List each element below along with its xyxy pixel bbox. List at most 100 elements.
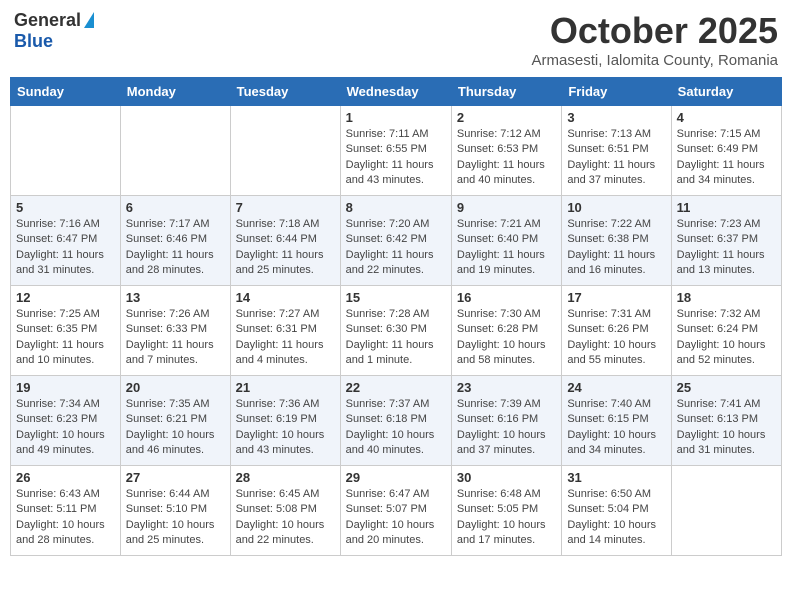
calendar-cell: 4Sunrise: 7:15 AM Sunset: 6:49 PM Daylig…: [671, 106, 781, 196]
calendar-week-row: 12 Sunrise: 7:25 AM Sunset: 6:35 PM Dayli…: [11, 286, 782, 376]
day-number: 17: [567, 290, 665, 305]
calendar-cell: 7 Sunrise: 7:18 AM Sunset: 6:44 PM Daylig…: [230, 196, 340, 286]
day-number: 28: [236, 470, 335, 485]
day-number: 26: [16, 470, 115, 485]
day-number: 18: [677, 290, 776, 305]
day-info: Sunrise: 7:26 AM Sunset: 6:33 PM Dayligh…: [126, 307, 225, 369]
title-block: October 2025 Armasesti, Ialomita County,…: [532, 10, 778, 69]
calendar-cell: 20 Sunrise: 7:35 AM Sunset: 6:21 PM Dayli…: [120, 376, 230, 466]
day-number: 22: [346, 380, 446, 395]
day-info: Sunrise: 6:43 AM Sunset: 5:11 PM Dayligh…: [16, 487, 115, 549]
day-info: Sunrise: 7:30 AM Sunset: 6:28 PM Dayligh…: [457, 307, 556, 369]
calendar-cell: 3Sunrise: 7:13 AM Sunset: 6:51 PM Daylig…: [562, 106, 671, 196]
day-number: 21: [236, 380, 335, 395]
calendar-cell: [120, 106, 230, 196]
calendar-cell: 22Sunrise: 7:37 AM Sunset: 6:18 PM Dayli…: [340, 376, 451, 466]
calendar-cell: 21 Sunrise: 7:36 AM Sunset: 6:19 PM Dayli…: [230, 376, 340, 466]
day-info: Sunrise: 7:18 AM Sunset: 6:44 PM Dayligh…: [236, 217, 335, 279]
calendar-cell: 26 Sunrise: 6:43 AM Sunset: 5:11 PM Dayli…: [11, 466, 121, 556]
day-info: Sunrise: 7:23 AM Sunset: 6:37 PM Dayligh…: [677, 217, 776, 279]
day-info: Sunrise: 7:32 AM Sunset: 6:24 PM Dayligh…: [677, 307, 776, 369]
day-info: Sunrise: 6:50 AM Sunset: 5:04 PM Dayligh…: [567, 487, 665, 549]
logo: General Blue: [14, 10, 94, 52]
calendar-cell: 30Sunrise: 6:48 AM Sunset: 5:05 PM Dayli…: [451, 466, 561, 556]
day-info: Sunrise: 6:45 AM Sunset: 5:08 PM Dayligh…: [236, 487, 335, 549]
day-number: 25: [677, 380, 776, 395]
day-info: Sunrise: 7:13 AM Sunset: 6:51 PM Dayligh…: [567, 127, 665, 189]
day-info: Sunrise: 7:41 AM Sunset: 6:13 PM Dayligh…: [677, 397, 776, 459]
calendar-cell: 29 Sunrise: 6:47 AM Sunset: 5:07 PM Dayli…: [340, 466, 451, 556]
day-info: Sunrise: 7:27 AM Sunset: 6:31 PM Dayligh…: [236, 307, 335, 369]
calendar-cell: 31 Sunrise: 6:50 AM Sunset: 5:04 PM Dayli…: [562, 466, 671, 556]
day-info: Sunrise: 7:12 AM Sunset: 6:53 PM Dayligh…: [457, 127, 556, 189]
day-number: 19: [16, 380, 115, 395]
day-info: Sunrise: 7:36 AM Sunset: 6:19 PM Dayligh…: [236, 397, 335, 459]
month-title: October 2025: [532, 10, 778, 52]
day-info: Sunrise: 6:48 AM Sunset: 5:05 PM Dayligh…: [457, 487, 556, 549]
day-number: 4: [677, 110, 776, 125]
day-number: 23: [457, 380, 556, 395]
day-number: 6: [126, 200, 225, 215]
calendar-week-row: 26 Sunrise: 6:43 AM Sunset: 5:11 PM Dayli…: [11, 466, 782, 556]
location-title: Armasesti, Ialomita County, Romania: [532, 52, 778, 69]
calendar-cell: 9Sunrise: 7:21 AM Sunset: 6:40 PM Daylig…: [451, 196, 561, 286]
weekday-header-monday: Monday: [120, 78, 230, 106]
calendar-cell: 15 Sunrise: 7:28 AM Sunset: 6:30 PM Dayli…: [340, 286, 451, 376]
day-number: 14: [236, 290, 335, 305]
calendar-cell: 16 Sunrise: 7:30 AM Sunset: 6:28 PM Dayli…: [451, 286, 561, 376]
logo-triangle-icon: [84, 12, 94, 28]
day-info: Sunrise: 7:22 AM Sunset: 6:38 PM Dayligh…: [567, 217, 665, 279]
day-info: Sunrise: 7:31 AM Sunset: 6:26 PM Dayligh…: [567, 307, 665, 369]
calendar-table: SundayMondayTuesdayWednesdayThursdayFrid…: [10, 77, 782, 556]
calendar-cell: 1 Sunrise: 7:11 AM Sunset: 6:55 PM Daylig…: [340, 106, 451, 196]
logo-blue-text: Blue: [14, 31, 53, 52]
day-number: 13: [126, 290, 225, 305]
day-info: Sunrise: 7:28 AM Sunset: 6:30 PM Dayligh…: [346, 307, 446, 369]
day-info: Sunrise: 7:34 AM Sunset: 6:23 PM Dayligh…: [16, 397, 115, 459]
day-number: 12: [16, 290, 115, 305]
day-number: 31: [567, 470, 665, 485]
day-number: 2: [457, 110, 556, 125]
day-number: 27: [126, 470, 225, 485]
weekday-header-wednesday: Wednesday: [340, 78, 451, 106]
day-info: Sunrise: 7:39 AM Sunset: 6:16 PM Dayligh…: [457, 397, 556, 459]
calendar-week-row: 1 Sunrise: 7:11 AM Sunset: 6:55 PM Daylig…: [11, 106, 782, 196]
calendar-cell: 18 Sunrise: 7:32 AM Sunset: 6:24 PM Dayli…: [671, 286, 781, 376]
day-number: 24: [567, 380, 665, 395]
calendar-cell: 12 Sunrise: 7:25 AM Sunset: 6:35 PM Dayli…: [11, 286, 121, 376]
day-number: 15: [346, 290, 446, 305]
calendar-cell: 11 Sunrise: 7:23 AM Sunset: 6:37 PM Dayli…: [671, 196, 781, 286]
calendar-cell: [230, 106, 340, 196]
day-number: 11: [677, 200, 776, 215]
day-number: 8: [346, 200, 446, 215]
calendar-cell: 23 Sunrise: 7:39 AM Sunset: 6:16 PM Dayli…: [451, 376, 561, 466]
weekday-header-friday: Friday: [562, 78, 671, 106]
calendar-cell: 19 Sunrise: 7:34 AM Sunset: 6:23 PM Dayli…: [11, 376, 121, 466]
calendar-cell: 25 Sunrise: 7:41 AM Sunset: 6:13 PM Dayli…: [671, 376, 781, 466]
calendar-cell: 27Sunrise: 6:44 AM Sunset: 5:10 PM Dayli…: [120, 466, 230, 556]
weekday-header-tuesday: Tuesday: [230, 78, 340, 106]
day-number: 10: [567, 200, 665, 215]
day-number: 29: [346, 470, 446, 485]
day-info: Sunrise: 7:25 AM Sunset: 6:35 PM Dayligh…: [16, 307, 115, 369]
calendar-cell: [671, 466, 781, 556]
page-header: General Blue October 2025 Armasesti, Ial…: [10, 10, 782, 69]
calendar-cell: 28 Sunrise: 6:45 AM Sunset: 5:08 PM Dayli…: [230, 466, 340, 556]
calendar-cell: 14 Sunrise: 7:27 AM Sunset: 6:31 PM Dayli…: [230, 286, 340, 376]
day-number: 7: [236, 200, 335, 215]
calendar-cell: 8 Sunrise: 7:20 AM Sunset: 6:42 PM Daylig…: [340, 196, 451, 286]
day-info: Sunrise: 6:47 AM Sunset: 5:07 PM Dayligh…: [346, 487, 446, 549]
calendar-week-row: 5Sunrise: 7:16 AM Sunset: 6:47 PM Daylig…: [11, 196, 782, 286]
day-info: Sunrise: 7:21 AM Sunset: 6:40 PM Dayligh…: [457, 217, 556, 279]
day-info: Sunrise: 7:16 AM Sunset: 6:47 PM Dayligh…: [16, 217, 115, 279]
day-info: Sunrise: 7:17 AM Sunset: 6:46 PM Dayligh…: [126, 217, 225, 279]
calendar-cell: 24Sunrise: 7:40 AM Sunset: 6:15 PM Dayli…: [562, 376, 671, 466]
day-number: 16: [457, 290, 556, 305]
day-info: Sunrise: 7:35 AM Sunset: 6:21 PM Dayligh…: [126, 397, 225, 459]
calendar-cell: 17 Sunrise: 7:31 AM Sunset: 6:26 PM Dayli…: [562, 286, 671, 376]
day-number: 1: [346, 110, 446, 125]
day-info: Sunrise: 7:11 AM Sunset: 6:55 PM Dayligh…: [346, 127, 446, 189]
day-info: Sunrise: 7:20 AM Sunset: 6:42 PM Dayligh…: [346, 217, 446, 279]
day-number: 20: [126, 380, 225, 395]
calendar-cell: 5Sunrise: 7:16 AM Sunset: 6:47 PM Daylig…: [11, 196, 121, 286]
